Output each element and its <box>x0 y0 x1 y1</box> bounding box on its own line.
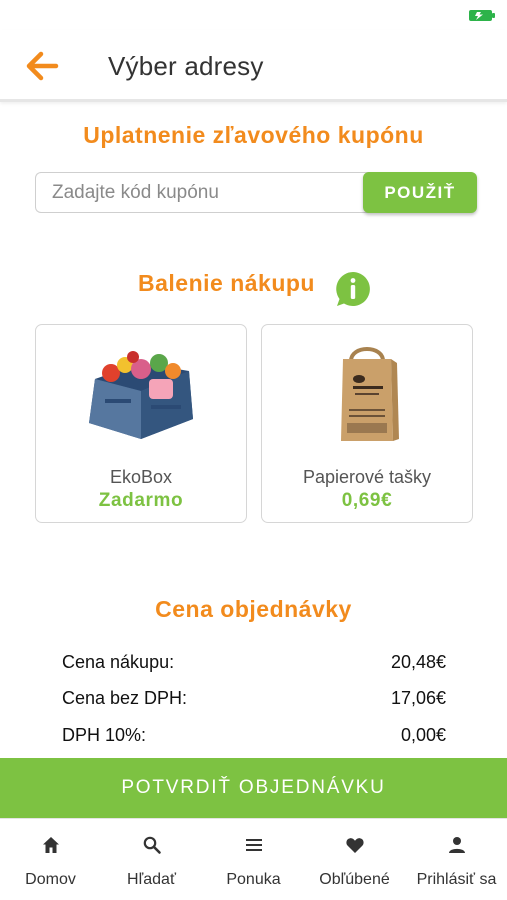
nav-label: Hľadať <box>127 871 176 888</box>
menu-icon <box>245 839 262 851</box>
coupon-form: POUŽIŤ <box>35 172 477 213</box>
search-icon <box>143 836 161 854</box>
nav-label: Ponuka <box>226 871 281 888</box>
arrow-left-icon <box>26 51 59 81</box>
price-row-without-vat: Cena bez DPH: 17,06€ <box>62 688 446 712</box>
info-icon[interactable] <box>334 270 372 308</box>
price-value: 17,06€ <box>390 688 446 708</box>
packaging-option-price: Zadarmo <box>98 490 184 511</box>
price-row-subtotal: Cena nákupu: 20,48€ <box>62 652 446 676</box>
price-value: 20,48€ <box>390 652 446 672</box>
nav-item-home[interactable]: Domov <box>0 819 101 900</box>
home-icon <box>42 837 59 853</box>
heart-icon <box>345 838 364 853</box>
nav-item-login[interactable]: Prihlásiť sa <box>406 819 507 900</box>
nav-label: Obľúbené <box>319 871 390 888</box>
apply-coupon-button[interactable]: POUŽIŤ <box>363 172 477 213</box>
nav-item-favorites[interactable]: Obľúbené <box>304 819 405 900</box>
user-icon <box>448 837 465 853</box>
price-label: DPH 10%: <box>62 725 147 745</box>
app-header: Výber adresy <box>0 30 507 102</box>
coupon-section-title: Uplatnenie zľavového kupónu <box>83 122 424 148</box>
order-section-title: Cena objednávky <box>155 596 352 622</box>
packaging-option-paper-bags[interactable]: Papierové tašky 0,69€ <box>261 324 473 523</box>
status-bar <box>0 0 507 30</box>
coupon-code-input[interactable] <box>35 172 371 213</box>
info-chat-icon <box>336 272 370 306</box>
page-title: Výber adresy <box>108 51 264 81</box>
packaging-option-ekobox[interactable]: EkoBox Zadarmo <box>35 324 247 523</box>
ekobox-crate-image <box>89 351 193 439</box>
confirm-order-button[interactable]: POTVRDIŤ OBJEDNÁVKU <box>0 758 507 818</box>
battery-charging-icon <box>469 10 495 21</box>
nav-item-search[interactable]: Hľadať <box>101 819 202 900</box>
packaging-option-name: EkoBox <box>109 467 173 487</box>
packaging-option-price: 0,69€ <box>341 490 393 511</box>
packaging-section-title: Balenie nákupu <box>138 270 315 296</box>
paper-bag-image <box>341 347 399 441</box>
packaging-option-name: Papierové tašky <box>302 467 432 487</box>
nav-label: Prihlásiť sa <box>416 871 497 888</box>
price-label: Cena bez DPH: <box>62 688 188 708</box>
bottom-nav: Domov Hľadať Ponuka Obľúbené Prihlásiť s… <box>0 818 507 900</box>
back-button[interactable] <box>22 48 62 84</box>
nav-label: Domov <box>25 871 76 888</box>
nav-item-menu[interactable]: Ponuka <box>203 819 304 900</box>
price-value: 0,00€ <box>400 725 446 745</box>
price-label: Cena nákupu: <box>62 652 175 672</box>
price-row-vat: DPH 10%: 0,00€ <box>62 725 446 749</box>
